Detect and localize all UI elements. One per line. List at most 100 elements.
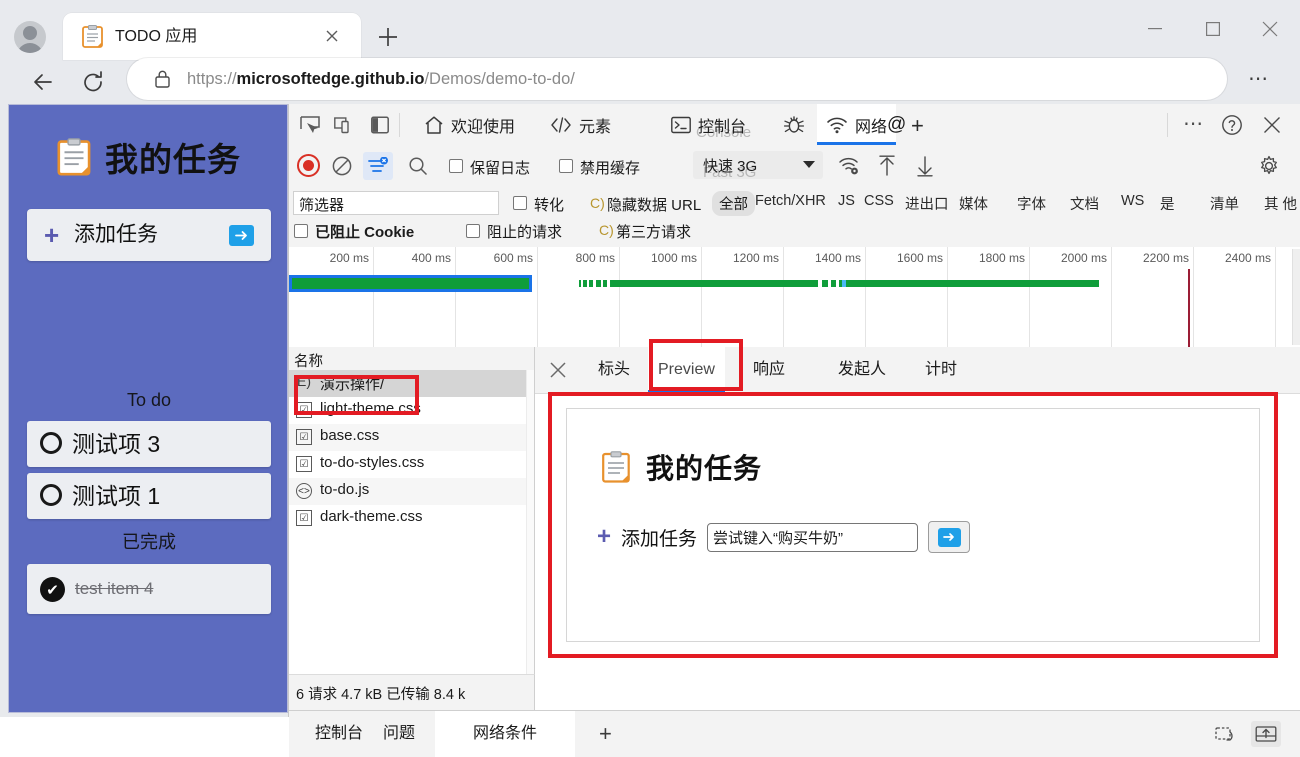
third-party-label[interactable]: 第三方请求 — [616, 221, 691, 242]
invert-checkbox[interactable] — [513, 196, 527, 210]
check-icon[interactable]: ✔ — [40, 577, 65, 602]
request-list-scrollbar[interactable] — [526, 370, 534, 674]
disable-cache-label[interactable]: 禁用缓存 — [580, 157, 640, 178]
overview-tick: 2000 ms — [1030, 247, 1112, 347]
devtools-close-button[interactable] — [1257, 112, 1287, 138]
network-overview[interactable]: 200 ms 400 ms 600 ms 800 ms 1000 ms 1200… — [289, 247, 1300, 348]
url-prefix: https:// — [187, 70, 237, 88]
tab-timing[interactable]: 计时 — [925, 347, 957, 393]
type-filter-manifest[interactable]: 清单 — [1210, 193, 1239, 214]
throttling-dropdown[interactable]: 快速 3G Fast 3G — [693, 151, 823, 181]
hide-data-urls-label[interactable]: 隐藏数据 URL — [607, 194, 701, 215]
filter-input[interactable]: 筛选器 — [293, 191, 499, 215]
add-panel-button[interactable]: + — [911, 113, 924, 139]
type-filter-import[interactable]: 进出口 — [905, 193, 949, 214]
network-conditions-icon[interactable] — [835, 153, 863, 179]
tab-debugger[interactable] — [772, 104, 816, 145]
preserve-log-label[interactable]: 保留日志 — [470, 157, 530, 178]
back-button[interactable] — [24, 63, 62, 101]
filter-icon[interactable] — [363, 152, 393, 180]
todo-checkbox-icon[interactable] — [40, 484, 62, 506]
invert-label[interactable]: 转化 — [534, 194, 564, 215]
blocked-cookies-label[interactable]: 已阻止 Cookie — [315, 221, 414, 242]
blocked-requests-checkbox[interactable] — [466, 224, 480, 238]
avatar[interactable] — [14, 21, 46, 53]
drawer-add-tab-button[interactable]: + — [599, 721, 612, 747]
type-filter-font[interactable]: 字体 — [1017, 193, 1046, 214]
tab-console-label: 控制台 — [698, 118, 747, 136]
tab-headers[interactable]: 标头 — [598, 347, 630, 393]
type-filter-fetch-xhr[interactable]: Fetch/XHR — [755, 193, 826, 209]
type-filter-css[interactable]: CSS — [864, 193, 894, 209]
browser-more-button[interactable]: ⋯ — [1243, 69, 1275, 92]
overview-tick-label: 2000 ms — [1060, 251, 1107, 265]
new-tab-button[interactable] — [374, 23, 402, 51]
type-filter-all[interactable]: 全部 — [712, 191, 755, 216]
code-icon — [551, 116, 571, 133]
table-row[interactable]: ☑ base.css — [289, 424, 534, 451]
search-icon[interactable] — [407, 155, 429, 177]
tab-welcome[interactable]: 欢迎使用 — [415, 104, 524, 145]
list-item[interactable]: ✔ test item 4 — [27, 564, 271, 614]
export-icon[interactable] — [1251, 721, 1281, 747]
gear-icon[interactable] — [1255, 153, 1283, 179]
type-filter-other[interactable]: 其 他 — [1264, 193, 1297, 214]
add-task-card[interactable]: + 添加任务 — [27, 209, 271, 261]
browser-tab[interactable]: TODO 应用 — [63, 13, 361, 60]
table-row[interactable]: ☑ dark-theme.css — [289, 505, 534, 532]
network-status-bar: 6 请求 4.7 kB 已传输 8.4 k — [289, 674, 535, 710]
type-filter-ws[interactable]: WS — [1121, 193, 1144, 209]
stylesheet-icon: ☑ — [296, 456, 312, 472]
tab-initiator[interactable]: 发起人 — [838, 347, 886, 393]
drawer-tab-issues[interactable]: 问题 — [383, 711, 415, 757]
import-har-icon[interactable] — [873, 153, 901, 179]
third-party-hint: C) — [599, 222, 614, 238]
overview-tick-label: 1000 ms — [650, 251, 697, 265]
type-filter-js[interactable]: JS — [838, 193, 855, 209]
browser-chrome: TODO 应用 https://microsoftedge.github.io/… — [0, 0, 1300, 100]
window-minimize-button[interactable] — [1132, 13, 1178, 45]
table-row[interactable]: ☑ to-do-styles.css — [289, 451, 534, 478]
tab-network[interactable]: 网络 — [817, 104, 897, 145]
reload-button[interactable] — [74, 63, 112, 101]
toolbar-divider — [1167, 113, 1168, 137]
todo-app-header: 我的任务 — [9, 127, 289, 187]
preserve-log-checkbox[interactable] — [449, 159, 463, 173]
window-close-button[interactable] — [1247, 13, 1293, 45]
record-button[interactable] — [297, 154, 320, 177]
dock-side-icon[interactable] — [365, 112, 395, 138]
tab-elements[interactable]: 元素 — [541, 104, 620, 145]
hide-data-url-hint: C) — [590, 195, 605, 211]
tab-elements-label: 元素 — [579, 118, 612, 136]
help-icon[interactable] — [1217, 112, 1247, 138]
inspect-element-icon[interactable] — [295, 112, 325, 138]
devtools-more-button[interactable]: ⋯ — [1179, 112, 1209, 138]
screenshot-icon[interactable] — [1211, 721, 1241, 747]
blocked-requests-label[interactable]: 阻止的请求 — [487, 221, 562, 242]
drawer-tab-network-conditions[interactable]: 网络条件 — [435, 711, 576, 757]
address-bar[interactable]: https://microsoftedge.github.io/Demos/de… — [127, 58, 1227, 100]
list-item[interactable]: 测试项 3 — [27, 421, 271, 467]
device-toolbar-icon[interactable] — [329, 112, 359, 138]
overview-scrollbar[interactable] — [1292, 249, 1300, 345]
table-row[interactable]: <> to-do.js — [289, 478, 534, 505]
drawer-tab-console[interactable]: 控制台 — [315, 711, 363, 757]
detail-close-button[interactable] — [547, 359, 569, 381]
clear-icon[interactable] — [331, 155, 353, 177]
type-filter-wasm[interactable]: 是 — [1160, 193, 1175, 214]
list-item[interactable]: 测试项 1 — [27, 473, 271, 519]
window-maximize-button[interactable] — [1190, 13, 1236, 45]
add-task-submit-button[interactable] — [229, 225, 254, 246]
chevron-down-icon — [803, 161, 815, 168]
blocked-cookies-checkbox[interactable] — [294, 224, 308, 238]
disable-cache-checkbox[interactable] — [559, 159, 573, 173]
overview-tick: 1200 ms — [702, 247, 784, 347]
tab-console[interactable]: 控制台 Console — [662, 104, 755, 145]
export-har-icon[interactable] — [911, 153, 939, 179]
type-filter-media[interactable]: 媒体 — [959, 193, 988, 214]
tab-response[interactable]: 响应 — [753, 347, 785, 393]
tab-close-button[interactable] — [321, 25, 343, 47]
type-filter-doc[interactable]: 文档 — [1070, 193, 1099, 214]
overview-tick: 600 ms — [456, 247, 538, 347]
todo-checkbox-icon[interactable] — [40, 432, 62, 454]
